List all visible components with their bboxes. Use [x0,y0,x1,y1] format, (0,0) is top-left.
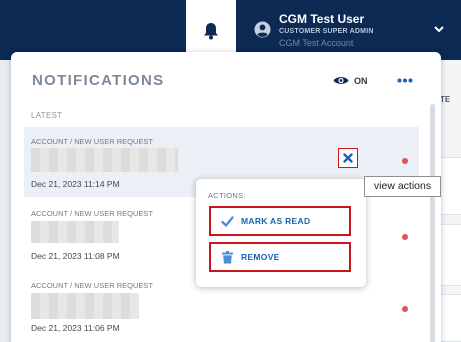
remove-label: REMOVE [241,252,280,262]
mark-as-read-button[interactable]: MARK AS READ [209,206,351,236]
remove-button[interactable]: REMOVE [209,242,351,272]
notification-category: ACCOUNT / NEW USER REQUEST [31,137,153,146]
page-partial-heading: TE [440,95,451,104]
bell-icon[interactable] [203,22,219,40]
notification-category: ACCOUNT / NEW USER REQUEST [31,281,153,290]
mark-as-read-label: MARK AS READ [241,216,311,226]
actions-menu: ACTIONS: MARK AS READ REMOVE [196,179,366,287]
redacted-content [31,293,139,319]
redacted-content [31,148,178,172]
notifications-title: NOTIFICATIONS [32,72,165,89]
trash-icon [222,251,233,264]
account-name: CGM Test Account [279,38,354,48]
redacted-content [31,221,119,243]
notification-date: Dec 21, 2023 11:08 PM [31,251,120,261]
notifications-toggle-label[interactable]: ON [354,76,368,86]
eye-icon[interactable] [333,75,349,86]
close-icon [343,153,353,163]
unread-indicator [402,234,408,240]
user-avatar-icon [254,21,271,38]
unread-indicator [402,158,408,164]
actions-heading: ACTIONS: [208,191,246,200]
checkmark-icon [221,216,234,227]
chevron-down-icon[interactable] [434,25,444,33]
unread-indicator [402,306,408,312]
top-navigation-bar: CGM Test User CUSTOMER SUPER ADMIN CGM T… [0,0,461,62]
tooltip: view actions [364,176,441,197]
view-actions-button[interactable] [338,148,358,168]
more-options-icon[interactable] [397,78,413,83]
notification-date: Dec 21, 2023 11:06 PM [31,323,120,333]
section-label: LATEST [31,111,63,120]
scrollbar[interactable] [430,104,435,342]
notification-date: Dec 21, 2023 11:14 PM [31,179,120,189]
user-role: CUSTOMER SUPER ADMIN [279,28,374,35]
notification-category: ACCOUNT / NEW USER REQUEST [31,209,153,218]
user-name: CGM Test User [279,12,365,26]
